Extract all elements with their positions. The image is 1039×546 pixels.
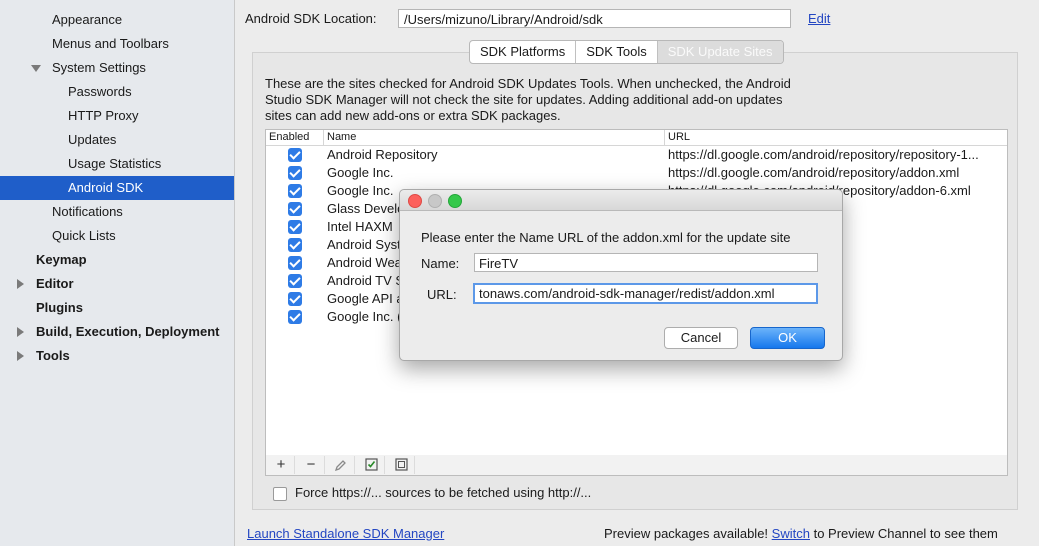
sidebar-item-label: Updates xyxy=(68,132,117,147)
sdk-tabs: SDK Platforms SDK Tools SDK Update Sites xyxy=(469,40,784,64)
sidebar-item-label: Keymap xyxy=(36,252,87,267)
sidebar-item-label: Build, Execution, Deployment xyxy=(36,324,220,339)
force-http-label: Force https://... sources to be fetched … xyxy=(295,485,592,500)
sidebar-item-label: Notifications xyxy=(52,204,123,219)
sidebar-item-label: System Settings xyxy=(52,60,146,75)
site-name-cell: Android TV S xyxy=(327,273,405,288)
sidebar-item-label: Android SDK xyxy=(68,180,144,195)
sidebar-item-editor[interactable]: Editor xyxy=(36,273,74,295)
site-name-cell: Google API a xyxy=(327,291,404,306)
sidebar-item-label: Passwords xyxy=(68,84,132,99)
dialog-prompt: Please enter the Name URL of the addon.x… xyxy=(421,230,791,245)
settings-sidebar: Appearance Menus and Toolbars System Set… xyxy=(0,0,235,546)
table-toolbar: + − xyxy=(265,455,1008,476)
site-name-cell: Google Inc. xyxy=(327,165,394,180)
column-header-enabled[interactable]: Enabled xyxy=(266,130,324,145)
enabled-checkbox[interactable] xyxy=(288,166,302,180)
expand-arrow-icon[interactable] xyxy=(31,65,41,72)
sdk-location-field[interactable]: /Users/mizuno/Library/Android/sdk xyxy=(398,9,791,28)
add-update-site-dialog: Please enter the Name URL of the addon.x… xyxy=(399,189,843,361)
enabled-checkbox[interactable] xyxy=(288,220,302,234)
edit-sdk-location-link[interactable]: Edit xyxy=(808,11,830,26)
sidebar-item-build-execution-deployment[interactable]: Build, Execution, Deployment xyxy=(36,321,219,343)
site-name-cell: Google Inc. ( xyxy=(327,309,402,324)
dialog-title-bar xyxy=(400,190,842,211)
sidebar-item-label: Appearance xyxy=(52,12,123,27)
tab-sdk-update-sites[interactable]: SDK Update Sites xyxy=(657,41,783,63)
expand-arrow-icon[interactable] xyxy=(17,279,24,289)
expand-arrow-icon[interactable] xyxy=(17,351,24,361)
sidebar-item-label: Tools xyxy=(36,348,70,363)
table-row[interactable]: Android Repository https://dl.google.com/… xyxy=(266,146,1007,164)
site-name-cell: Intel HAXM xyxy=(327,219,393,234)
url-label: URL: xyxy=(427,287,457,302)
site-name-cell: Android Wea xyxy=(327,255,402,270)
check-all-icon[interactable] xyxy=(358,456,385,474)
cancel-button[interactable]: Cancel xyxy=(664,327,738,349)
sidebar-item-appearance[interactable]: Appearance xyxy=(52,9,122,31)
sidebar-item-label: Editor xyxy=(36,276,74,291)
name-label: Name: xyxy=(421,256,460,271)
enabled-checkbox[interactable] xyxy=(288,184,302,198)
sidebar-item-plugins[interactable]: Plugins xyxy=(36,297,83,319)
column-header-url[interactable]: URL xyxy=(665,130,1007,145)
sidebar-item-label: Menus and Toolbars xyxy=(52,36,169,51)
maximize-window-icon[interactable] xyxy=(448,194,462,208)
sidebar-item-usage-statistics[interactable]: Usage Statistics xyxy=(68,153,161,175)
site-name-cell: Glass Develo xyxy=(327,201,405,216)
enabled-checkbox[interactable] xyxy=(288,256,302,270)
site-url-cell: https://dl.google.com/android/repository… xyxy=(668,147,979,162)
table-header: Enabled Name URL xyxy=(266,130,1007,146)
enabled-checkbox[interactable] xyxy=(288,274,302,288)
copy-icon[interactable] xyxy=(388,456,415,474)
update-sites-description: These are the sites checked for Android … xyxy=(265,76,791,123)
preview-text-after: to Preview Channel to see them xyxy=(813,526,998,541)
sidebar-item-label: HTTP Proxy xyxy=(68,108,139,123)
sidebar-item-menus-and-toolbars[interactable]: Menus and Toolbars xyxy=(52,33,169,55)
launch-standalone-sdk-manager-link[interactable]: Launch Standalone SDK Manager xyxy=(247,526,444,541)
enabled-checkbox[interactable] xyxy=(288,148,302,162)
sidebar-item-notifications[interactable]: Notifications xyxy=(52,201,123,223)
minus-icon[interactable]: − xyxy=(298,456,325,474)
switch-preview-link[interactable]: Switch xyxy=(772,526,810,541)
site-name-cell: Google Inc. xyxy=(327,183,394,198)
sidebar-item-label: Usage Statistics xyxy=(68,156,162,171)
minimize-window-icon[interactable] xyxy=(428,194,442,208)
close-window-icon[interactable] xyxy=(408,194,422,208)
name-field[interactable]: FireTV xyxy=(474,253,818,272)
plus-icon[interactable]: + xyxy=(268,456,295,474)
preview-channel-notice: Preview packages available! Switch to Pr… xyxy=(604,526,998,541)
sidebar-item-updates[interactable]: Updates xyxy=(68,129,116,151)
table-row[interactable]: Google Inc. https://dl.google.com/android… xyxy=(266,164,1007,182)
preview-text: Preview packages available! xyxy=(604,526,769,541)
tab-sdk-platforms[interactable]: SDK Platforms xyxy=(470,41,577,63)
sidebar-item-keymap[interactable]: Keymap xyxy=(36,249,87,271)
enabled-checkbox[interactable] xyxy=(288,292,302,306)
sidebar-item-label: Quick Lists xyxy=(52,228,116,243)
url-field[interactable]: tonaws.com/android-sdk-manager/redist/ad… xyxy=(473,283,818,304)
sdk-location-label: Android SDK Location: xyxy=(245,11,377,26)
sidebar-item-passwords[interactable]: Passwords xyxy=(68,81,132,103)
site-name-cell: Android Repository xyxy=(327,147,438,162)
expand-arrow-icon[interactable] xyxy=(17,327,24,337)
sidebar-item-android-sdk[interactable]: Android SDK xyxy=(0,176,234,200)
sidebar-item-label: Plugins xyxy=(36,300,83,315)
site-url-cell: https://dl.google.com/android/repository… xyxy=(668,165,960,180)
site-name-cell: Android Syst xyxy=(327,237,401,252)
pencil-icon[interactable] xyxy=(328,456,355,474)
column-header-name[interactable]: Name xyxy=(324,130,665,145)
ok-button[interactable]: OK xyxy=(750,327,825,349)
enabled-checkbox[interactable] xyxy=(288,238,302,252)
enabled-checkbox[interactable] xyxy=(288,202,302,216)
tab-sdk-tools[interactable]: SDK Tools xyxy=(576,41,658,63)
sidebar-item-tools[interactable]: Tools xyxy=(36,345,70,367)
sidebar-item-http-proxy[interactable]: HTTP Proxy xyxy=(68,105,139,127)
sidebar-item-quick-lists[interactable]: Quick Lists xyxy=(52,225,116,247)
force-http-checkbox[interactable] xyxy=(273,487,287,501)
sidebar-item-system-settings[interactable]: System Settings xyxy=(52,57,146,79)
enabled-checkbox[interactable] xyxy=(288,310,302,324)
